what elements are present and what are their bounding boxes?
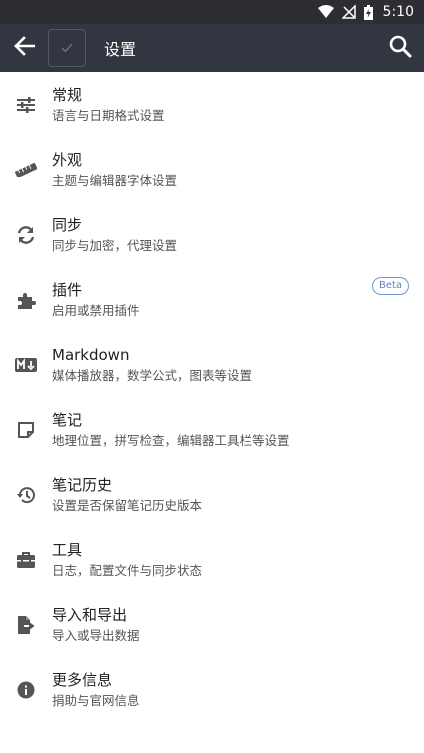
settings-item-plugins[interactable]: 插件 启用或禁用插件 Beta	[0, 267, 424, 332]
file-export-icon	[14, 613, 38, 637]
search-icon	[388, 34, 412, 62]
battery-icon	[363, 4, 373, 20]
note-icon	[14, 418, 38, 442]
history-icon	[14, 483, 38, 507]
wifi-icon	[317, 5, 334, 19]
item-subtitle: 同步与加密，代理设置	[52, 238, 178, 253]
item-title: 外观	[52, 151, 83, 169]
item-subtitle: 捐助与官网信息	[52, 693, 140, 708]
item-subtitle: 导入或导出数据	[52, 628, 140, 643]
app-bar: 设置	[0, 24, 424, 72]
item-subtitle: 主题与编辑器字体设置	[52, 173, 178, 188]
status-bar: 5:10	[0, 0, 424, 24]
sync-icon	[14, 223, 38, 247]
item-subtitle: 启用或禁用插件	[52, 303, 140, 318]
settings-item-more-info[interactable]: 更多信息 捐助与官网信息	[0, 657, 424, 722]
settings-item-sync[interactable]: 同步 同步与加密，代理设置	[0, 202, 424, 267]
toolbox-icon	[14, 548, 38, 572]
item-title: 插件	[52, 281, 83, 299]
beta-badge: Beta	[371, 277, 409, 295]
item-title: 更多信息	[52, 671, 113, 689]
item-subtitle: 媒体播放器，数学公式，图表等设置	[52, 368, 253, 383]
item-subtitle: 语言与日期格式设置	[52, 108, 165, 123]
item-title: 导入和导出	[52, 606, 128, 624]
markdown-icon	[14, 353, 38, 377]
info-icon	[14, 678, 38, 702]
item-title: 笔记	[52, 411, 83, 429]
item-title: 同步	[52, 216, 83, 234]
sliders-icon	[14, 93, 38, 117]
check-icon	[60, 39, 74, 58]
arrow-left-icon	[13, 36, 36, 60]
settings-item-import-export[interactable]: 导入和导出 导入或导出数据	[0, 592, 424, 657]
settings-item-markdown[interactable]: Markdown 媒体播放器，数学公式，图表等设置	[0, 332, 424, 397]
settings-item-note[interactable]: 笔记 地理位置，拼写检查，编辑器工具栏等设置	[0, 397, 424, 462]
ruler-icon	[14, 158, 38, 182]
item-title: 常规	[52, 86, 83, 104]
item-title: Markdown	[52, 346, 130, 364]
puzzle-icon	[14, 288, 38, 312]
item-title: 工具	[52, 541, 83, 559]
settings-item-tools[interactable]: 工具 日志，配置文件与同步状态	[0, 527, 424, 592]
settings-item-appearance[interactable]: 外观 主题与编辑器字体设置	[0, 137, 424, 202]
item-title: 笔记历史	[52, 476, 113, 494]
save-check-button[interactable]	[48, 29, 86, 67]
search-button[interactable]	[376, 24, 424, 72]
item-subtitle: 地理位置，拼写检查，编辑器工具栏等设置	[52, 433, 290, 448]
settings-item-note-history[interactable]: 笔记历史 设置是否保留笔记历史版本	[0, 462, 424, 527]
no-signal-icon	[341, 5, 356, 19]
item-subtitle: 设置是否保留笔记历史版本	[52, 498, 203, 513]
settings-item-general[interactable]: 常规 语言与日期格式设置	[0, 72, 424, 137]
settings-list: 常规 语言与日期格式设置 外观 主题与编辑器字体设置 同步 同步与加密，代理设置…	[0, 72, 424, 722]
status-time: 5:10	[382, 4, 414, 20]
back-button[interactable]	[0, 24, 48, 72]
page-title: 设置	[104, 40, 137, 59]
item-subtitle: 日志，配置文件与同步状态	[52, 563, 203, 578]
